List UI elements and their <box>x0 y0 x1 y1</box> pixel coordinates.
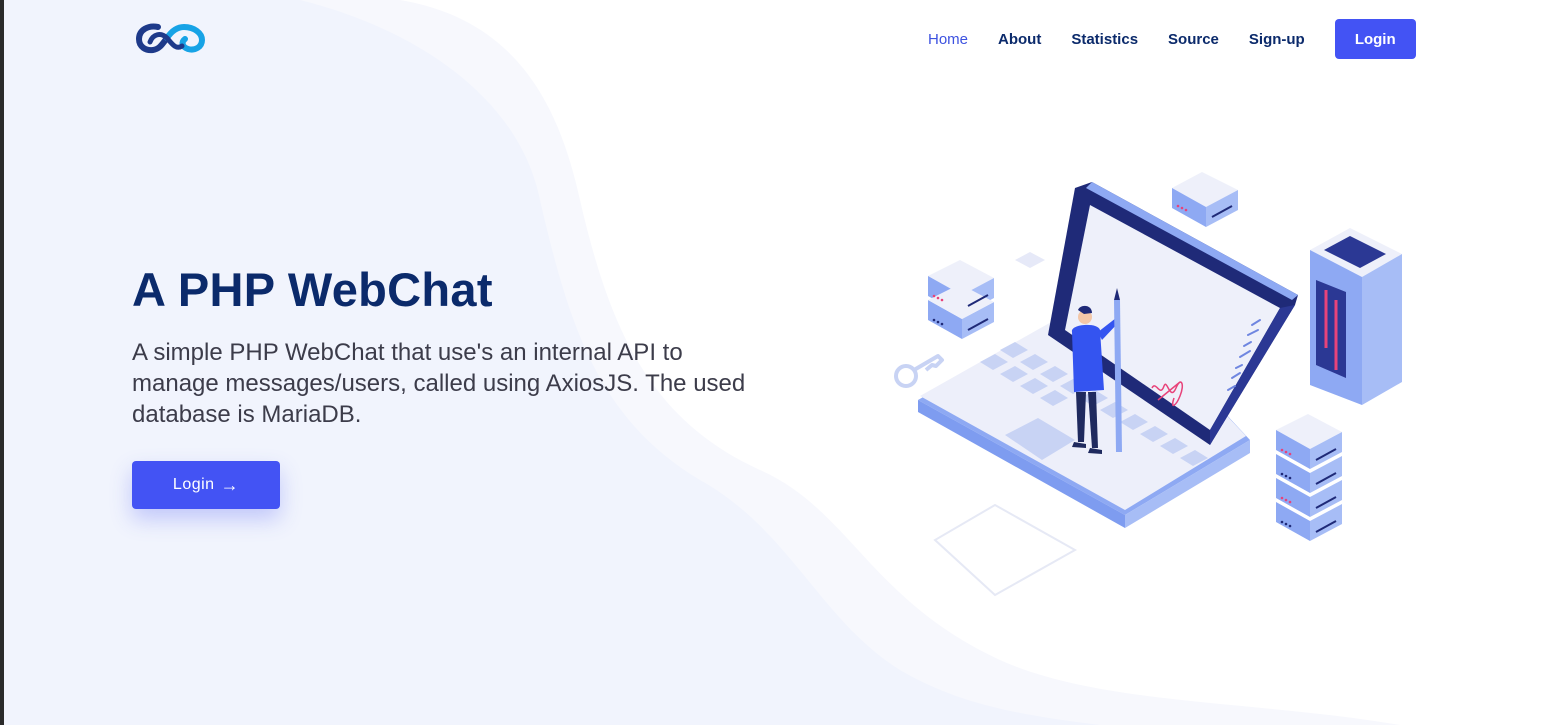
nav-statistics[interactable]: Statistics <box>1071 31 1138 48</box>
hero-login-label: Login <box>172 476 215 493</box>
hero-login-button[interactable]: Login → <box>132 461 280 509</box>
hero-description: A simple PHP WebChat that use's an inter… <box>132 339 746 428</box>
landing-page: Home About Statistics Source Sign-up Log… <box>0 0 1555 725</box>
nav-menu: Home About Statistics Source Sign-up Log… <box>928 19 1416 59</box>
arrow-right-icon: → <box>220 474 240 495</box>
hero-illustration <box>894 172 1402 597</box>
nav-about[interactable]: About <box>998 31 1041 48</box>
nav-source[interactable]: Source <box>1168 31 1219 48</box>
window-edge <box>0 0 4 725</box>
hero-title: A PHP WebChat <box>132 263 493 316</box>
nav-login-button[interactable]: Login <box>1334 19 1416 59</box>
navbar: Home About Statistics Source Sign-up Log… <box>0 0 1555 78</box>
brand-logo[interactable] <box>136 20 208 56</box>
nav-signup[interactable]: Sign-up <box>1249 31 1305 48</box>
nav-home[interactable]: Home <box>928 31 968 48</box>
